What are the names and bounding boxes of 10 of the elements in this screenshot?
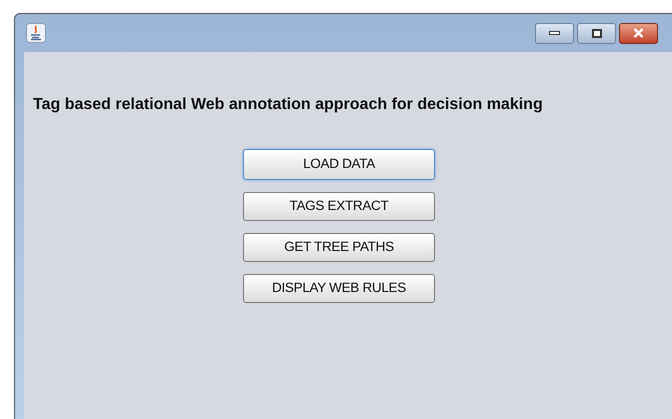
action-button[interactable]: LOAD DATA: [243, 149, 435, 180]
close-icon: [633, 28, 644, 38]
maximize-button[interactable]: [577, 22, 616, 44]
app-icon: [26, 23, 46, 43]
minimize-button[interactable]: [535, 22, 574, 44]
close-button[interactable]: [619, 22, 658, 44]
action-button[interactable]: GET TREE PATHS: [243, 233, 435, 262]
heading: Tag based relational Web annotation approach for decision making: [33, 95, 543, 115]
action-button[interactable]: TAGS EXTRACT: [243, 192, 435, 221]
action-button[interactable]: DISPLAY WEB RULES: [243, 274, 435, 303]
